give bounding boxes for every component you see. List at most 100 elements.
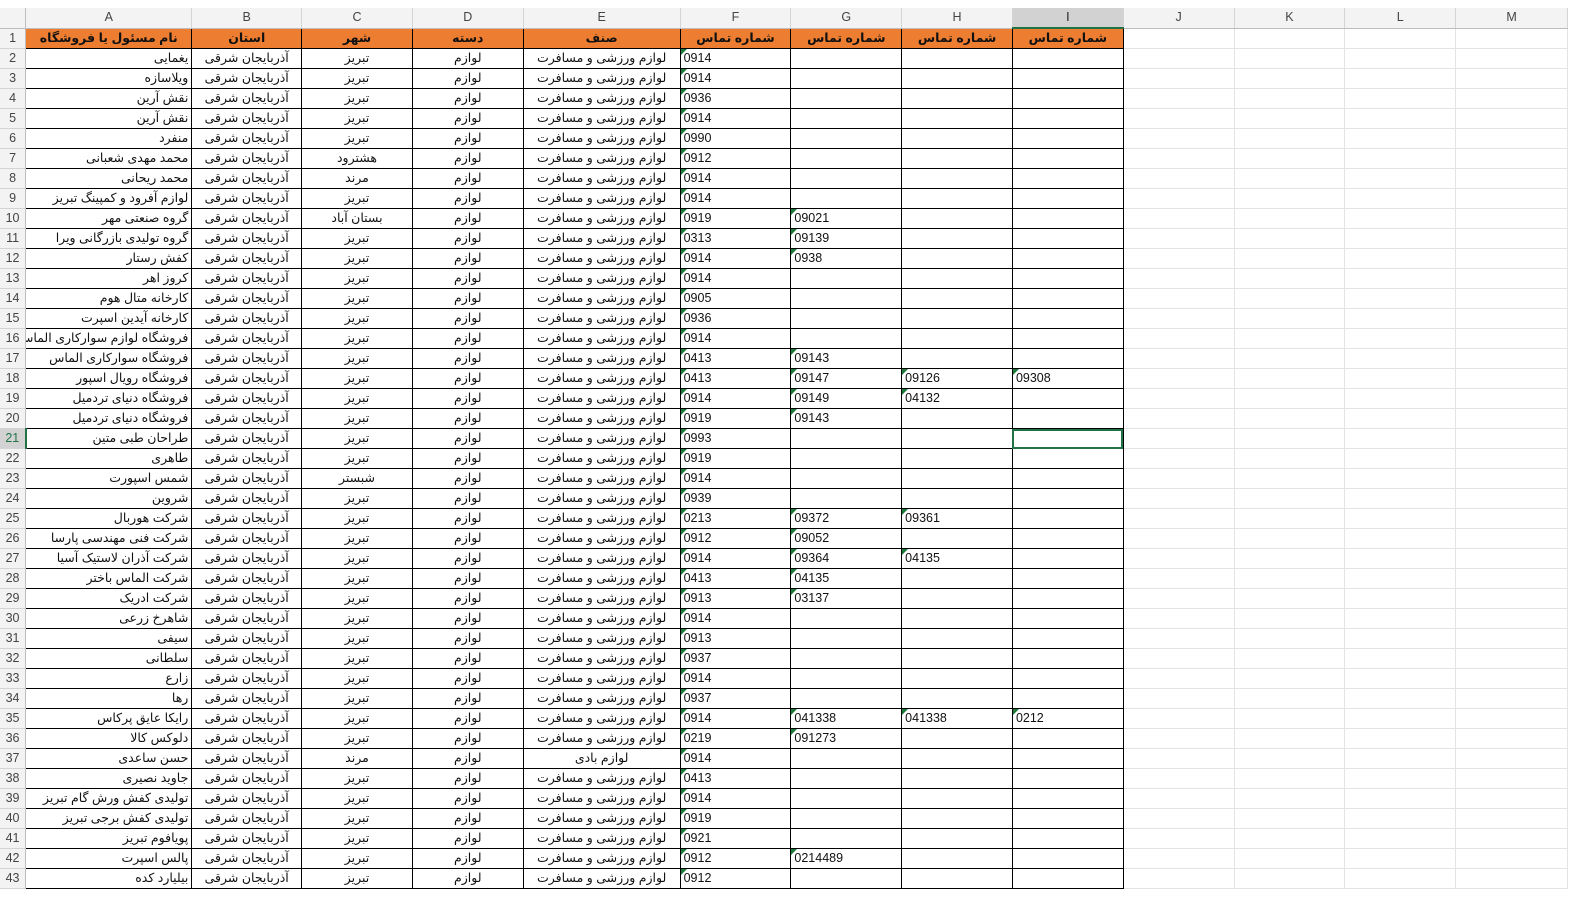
cell-phone[interactable] bbox=[790, 768, 903, 789]
cell-prov[interactable]: آذربایجان شرقی bbox=[191, 868, 303, 889]
cell-cat[interactable]: لوازم bbox=[411, 248, 524, 269]
cell-city[interactable]: تبریز bbox=[301, 428, 413, 449]
cell-phone[interactable] bbox=[790, 188, 903, 209]
cell-phone[interactable] bbox=[1011, 488, 1124, 509]
empty-cell[interactable] bbox=[1123, 488, 1235, 509]
cell-prov[interactable]: آذربایجان شرقی bbox=[191, 648, 303, 669]
cell-prov[interactable]: آذربایجان شرقی bbox=[191, 748, 303, 769]
cell-phone[interactable] bbox=[901, 108, 1013, 129]
cell-prov[interactable]: آذربایجان شرقی bbox=[191, 108, 303, 129]
cell-phone[interactable]: 09361 bbox=[901, 508, 1013, 529]
cell-trade[interactable]: لوازم ورزشی و مسافرت bbox=[522, 688, 681, 709]
cell-trade[interactable]: لوازم ورزشی و مسافرت bbox=[522, 628, 681, 649]
cell-trade[interactable]: لوازم ورزشی و مسافرت bbox=[522, 728, 681, 749]
cell-city[interactable]: تبریز bbox=[301, 128, 413, 149]
row-header-14[interactable]: 14 bbox=[0, 288, 27, 309]
empty-cell[interactable] bbox=[1344, 448, 1457, 469]
row-header-28[interactable]: 28 bbox=[0, 568, 27, 589]
cell-phone[interactable]: 0912 bbox=[679, 528, 792, 549]
cell-prov[interactable]: آذربایجان شرقی bbox=[191, 328, 303, 349]
cell-phone[interactable] bbox=[1011, 148, 1124, 169]
empty-cell[interactable] bbox=[1455, 88, 1568, 109]
cell-name[interactable]: شرکت آذران لاستیک آسیا bbox=[25, 548, 193, 569]
column-header-m[interactable]: M bbox=[1455, 8, 1568, 29]
row-header-33[interactable]: 33 bbox=[0, 668, 27, 689]
row-header-10[interactable]: 10 bbox=[0, 208, 27, 229]
cell-city[interactable]: تبریز bbox=[301, 268, 413, 289]
cell-prov[interactable]: آذربایجان شرقی bbox=[191, 528, 303, 549]
row-header-5[interactable]: 5 bbox=[0, 108, 27, 129]
empty-cell[interactable] bbox=[1455, 188, 1568, 209]
empty-cell[interactable] bbox=[1123, 428, 1235, 449]
empty-cell[interactable] bbox=[1455, 588, 1568, 609]
empty-cell[interactable] bbox=[1455, 548, 1568, 569]
cell-city[interactable]: تبریز bbox=[301, 768, 413, 789]
cell-name[interactable]: نقش آرین bbox=[25, 108, 193, 129]
empty-cell[interactable] bbox=[1123, 388, 1235, 409]
cell-trade[interactable]: لوازم ورزشی و مسافرت bbox=[522, 528, 681, 549]
cell-phone[interactable]: 0413 bbox=[679, 568, 792, 589]
cell-phone[interactable]: 0938 bbox=[790, 248, 903, 269]
cell-prov[interactable]: آذربایجان شرقی bbox=[191, 688, 303, 709]
empty-cell[interactable] bbox=[1234, 728, 1346, 749]
cell-name[interactable]: دلوکس کالا bbox=[25, 728, 193, 749]
cell-name[interactable]: گروه صنعتی مهر bbox=[25, 208, 193, 229]
empty-cell[interactable] bbox=[1123, 28, 1235, 49]
cell-trade[interactable]: لوازم ورزشی و مسافرت bbox=[522, 788, 681, 809]
cell-phone[interactable] bbox=[790, 128, 903, 149]
cell-phone[interactable] bbox=[790, 148, 903, 169]
cell-trade[interactable]: لوازم ورزشی و مسافرت bbox=[522, 648, 681, 669]
cell-cat[interactable]: لوازم bbox=[411, 268, 524, 289]
empty-cell[interactable] bbox=[1344, 328, 1457, 349]
cell-phone[interactable]: 0914 bbox=[679, 168, 792, 189]
cell-phone[interactable] bbox=[1011, 688, 1124, 709]
cell-cat[interactable]: لوازم bbox=[411, 448, 524, 469]
empty-cell[interactable] bbox=[1344, 688, 1457, 709]
cell-cat[interactable]: لوازم bbox=[411, 128, 524, 149]
cell-phone[interactable] bbox=[1011, 628, 1124, 649]
cell-trade[interactable]: لوازم ورزشی و مسافرت bbox=[522, 168, 681, 189]
empty-cell[interactable] bbox=[1234, 88, 1346, 109]
cell-prov[interactable]: آذربایجان شرقی bbox=[191, 248, 303, 269]
cell-city[interactable]: تبریز bbox=[301, 588, 413, 609]
cell-phone[interactable] bbox=[1011, 788, 1124, 809]
cell-cat[interactable]: لوازم bbox=[411, 428, 524, 449]
cell-city[interactable]: تبریز bbox=[301, 308, 413, 329]
cell-phone[interactable] bbox=[1011, 468, 1124, 489]
row-header-34[interactable]: 34 bbox=[0, 688, 27, 709]
cell-trade[interactable]: لوازم ورزشی و مسافرت bbox=[522, 408, 681, 429]
cell-phone[interactable]: 0914 bbox=[679, 788, 792, 809]
row-header-19[interactable]: 19 bbox=[0, 388, 27, 409]
cell-phone[interactable]: 0413 bbox=[679, 768, 792, 789]
empty-cell[interactable] bbox=[1344, 588, 1457, 609]
empty-cell[interactable] bbox=[1123, 808, 1235, 829]
cell-trade[interactable]: لوازم ورزشی و مسافرت bbox=[522, 848, 681, 869]
cell-trade[interactable]: لوازم ورزشی و مسافرت bbox=[522, 468, 681, 489]
empty-cell[interactable] bbox=[1344, 108, 1457, 129]
cell-name[interactable]: شاهرخ زرعی bbox=[25, 608, 193, 629]
empty-cell[interactable] bbox=[1234, 68, 1346, 89]
cell-phone[interactable] bbox=[790, 288, 903, 309]
cell-phone[interactable] bbox=[1011, 668, 1124, 689]
cell-name[interactable]: محمد مهدی شعبانی bbox=[25, 148, 193, 169]
empty-cell[interactable] bbox=[1234, 688, 1346, 709]
cell-prov[interactable]: آذربایجان شرقی bbox=[191, 768, 303, 789]
cell-phone[interactable] bbox=[790, 308, 903, 329]
cell-trade[interactable]: لوازم ورزشی و مسافرت bbox=[522, 508, 681, 529]
cell-phone[interactable] bbox=[901, 448, 1013, 469]
row-header-24[interactable]: 24 bbox=[0, 488, 27, 509]
empty-cell[interactable] bbox=[1123, 868, 1235, 889]
cell-phone[interactable] bbox=[790, 108, 903, 129]
cell-prov[interactable]: آذربایجان شرقی bbox=[191, 448, 303, 469]
cell-trade[interactable]: لوازم ورزشی و مسافرت bbox=[522, 808, 681, 829]
cell-phone[interactable] bbox=[901, 308, 1013, 329]
cell-phone[interactable]: 0919 bbox=[679, 448, 792, 469]
cell-phone[interactable] bbox=[790, 328, 903, 349]
cell-cat[interactable]: لوازم bbox=[411, 668, 524, 689]
cell-phone[interactable] bbox=[1011, 208, 1124, 229]
row-header-27[interactable]: 27 bbox=[0, 548, 27, 569]
empty-cell[interactable] bbox=[1123, 68, 1235, 89]
empty-cell[interactable] bbox=[1123, 568, 1235, 589]
cell-cat[interactable]: لوازم bbox=[411, 828, 524, 849]
empty-cell[interactable] bbox=[1234, 188, 1346, 209]
